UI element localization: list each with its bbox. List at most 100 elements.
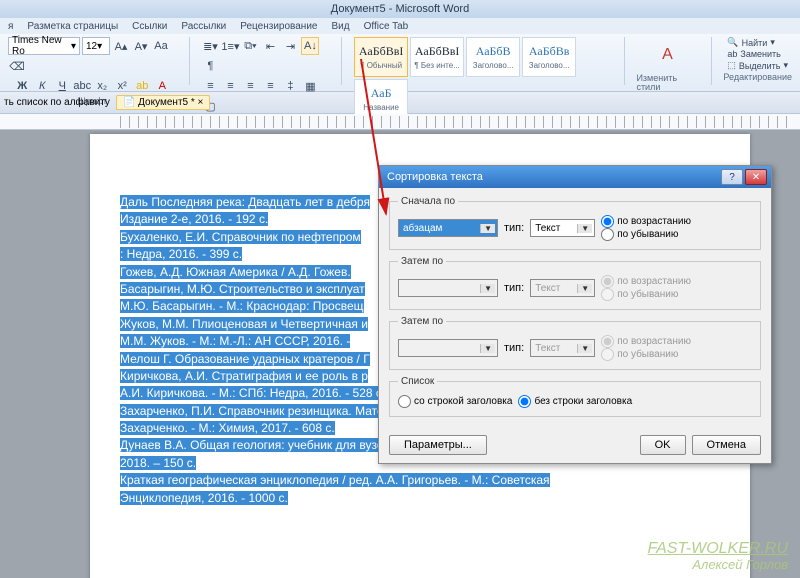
text-line[interactable]: Мелош Г. Образование ударных кратеров / …	[120, 352, 370, 366]
params-button[interactable]: Параметры...	[389, 435, 487, 455]
superscript-icon[interactable]: x²	[113, 77, 131, 95]
text-line[interactable]: 2018. – 150 с.	[120, 456, 196, 470]
desc-radio-1[interactable]: по убыванию	[601, 228, 691, 241]
style-gallery-item-2[interactable]: АаБбВЗаголово...	[466, 37, 520, 77]
change-styles-label: Изменить стили	[636, 74, 698, 92]
sort-text-dialog: Сортировка текста ? ✕ Сначала по абзацам…	[378, 165, 772, 464]
dialog-titlebar: Сортировка текста ? ✕	[379, 166, 771, 188]
document-tab[interactable]: 📄 Документ5 * ×	[116, 95, 210, 110]
then-sort-group-2: Затем по ▼ тип: Текст▼ по возрастанию по…	[389, 316, 761, 370]
text-line[interactable]: Бухаленко, Е.И. Справочник по нефтепром	[120, 230, 361, 244]
type-label-2: тип:	[504, 282, 524, 294]
numbering-icon[interactable]: 1≡▾	[221, 37, 239, 55]
type-label-1: тип:	[504, 222, 524, 234]
text-line[interactable]: М.М. Жуков. - М.: М.-Л.: АН СССР, 2016. …	[120, 334, 350, 348]
style-gallery-item-0[interactable]: АаБбВвІ¶ Обычный	[354, 37, 408, 77]
align-center-icon[interactable]: ≡	[221, 77, 239, 95]
shrink-font-icon[interactable]: A▾	[132, 37, 150, 55]
text-line[interactable]: : Недра, 2016. - 399 с.	[120, 247, 242, 261]
text-line[interactable]: Краткая географическая энциклопедия / ре…	[120, 473, 550, 487]
tab-view[interactable]: Вид	[331, 21, 349, 32]
font-name-combo[interactable]: Times New Ro ▾	[8, 37, 80, 55]
indent-inc-icon[interactable]: ⇥	[281, 37, 299, 55]
text-line[interactable]: Даль Последняя река: Двадцать лет в дебр…	[120, 195, 370, 209]
clear-format-icon[interactable]: ⌫	[8, 57, 26, 75]
text-line[interactable]: Издание 2-е, 2016. - 192 с.	[120, 212, 268, 226]
asc-radio-2: по возрастанию	[601, 275, 691, 288]
style-gallery-item-1[interactable]: АаБбВвІ¶ Без инте...	[410, 37, 464, 77]
text-line[interactable]: Энциклопедия, 2016. - 1000 с.	[120, 491, 288, 505]
tab-references[interactable]: Ссылки	[132, 21, 167, 32]
desc-radio-3: по убыванию	[601, 348, 691, 361]
dialog-close-button[interactable]: ✕	[745, 169, 767, 185]
indent-dec-icon[interactable]: ⇤	[261, 37, 279, 55]
underline-icon[interactable]: Ч	[53, 77, 71, 95]
dialog-help-button[interactable]: ?	[721, 169, 743, 185]
ribbon-tabs: я Разметка страницы Ссылки Рассылки Реце…	[0, 18, 800, 34]
tab-context-label: ть список по алфавиту	[4, 97, 110, 108]
change-case-icon[interactable]: Aa	[152, 37, 170, 55]
with-header-radio[interactable]: со строкой заголовка	[398, 395, 512, 408]
ruler[interactable]	[0, 114, 800, 130]
change-styles-group: A Изменить стили	[632, 37, 702, 92]
type-label-3: тип:	[504, 342, 524, 354]
bullets-icon[interactable]: ≣▾	[201, 37, 219, 55]
list-legend: Список	[398, 376, 437, 387]
subscript-icon[interactable]: x₂	[93, 77, 111, 95]
first-by-label: Сначала по	[398, 196, 458, 207]
sort-field-2[interactable]: ▼	[398, 279, 498, 297]
tab-layout[interactable]: Разметка страницы	[27, 21, 118, 32]
align-left-icon[interactable]: ≡	[201, 77, 219, 95]
find-button[interactable]: 🔍 Найти ▾	[727, 37, 788, 48]
sort-field-1[interactable]: абзацам▼	[398, 219, 498, 237]
shading-icon[interactable]: ▦	[301, 77, 319, 95]
list-header-group: Список со строкой заголовка без строки з…	[389, 376, 761, 417]
multilevel-icon[interactable]: ⧉▾	[241, 37, 259, 55]
replace-button[interactable]: ab Заменить	[727, 49, 788, 59]
sort-type-3: Текст▼	[530, 339, 595, 357]
then-sort-group-1: Затем по ▼ тип: Текст▼ по возрастанию по…	[389, 256, 761, 310]
text-line[interactable]: М.Ю. Басарыгин. - М.: Краснодар: Просвещ	[120, 299, 364, 313]
tab-office[interactable]: Office Tab	[364, 21, 409, 32]
window-title: Документ5 - Microsoft Word	[0, 0, 800, 18]
tab-review[interactable]: Рецензирование	[240, 21, 317, 32]
font-color-icon[interactable]: A	[153, 77, 171, 95]
paragraph-group: ≣▾ 1≡▾ ⧉▾ ⇤ ⇥ A↓ ¶ ≡ ≡ ≡ ≡ ‡ ▦ ▢ Абзац	[197, 37, 333, 126]
no-header-radio[interactable]: без строки заголовка	[518, 395, 632, 408]
text-line[interactable]: Гожев, А.Д. Южная Америка / А.Д. Гожев.	[120, 265, 351, 279]
tab-mailings[interactable]: Рассылки	[181, 21, 226, 32]
tab-home[interactable]: я	[8, 21, 13, 32]
align-right-icon[interactable]: ≡	[241, 77, 259, 95]
sort-button[interactable]: A↓	[301, 37, 319, 55]
grow-font-icon[interactable]: A▴	[112, 37, 130, 55]
text-line[interactable]: Жуков, М.М. Плиоценовая и Четвертичная и	[120, 317, 368, 331]
text-line[interactable]: Захарченко. - М.: Химия, 2017. - 608 с.	[120, 421, 335, 435]
bold-icon[interactable]: Ж	[13, 77, 31, 95]
strike-icon[interactable]: abc	[73, 77, 91, 95]
sort-type-1[interactable]: Текст▼	[530, 219, 595, 237]
then-by-label-2: Затем по	[398, 316, 446, 327]
editing-group: 🔍 Найти ▾ ab Заменить ⬚ Выделить ▾ Редак…	[719, 37, 796, 82]
first-sort-group: Сначала по абзацам▼ тип: Текст▼ по возра…	[389, 196, 761, 250]
text-line[interactable]: Басарыгин, М.Ю. Строительство и эксплуат	[120, 282, 365, 296]
ok-button[interactable]: OK	[640, 435, 686, 455]
sort-field-3: ▼	[398, 339, 498, 357]
italic-icon[interactable]: К	[33, 77, 51, 95]
style-gallery-item-3[interactable]: АаБбВвЗаголово...	[522, 37, 576, 77]
change-styles-button[interactable]: A	[648, 37, 686, 73]
show-marks-icon[interactable]: ¶	[201, 57, 219, 75]
then-by-label-1: Затем по	[398, 256, 446, 267]
text-line[interactable]: А.И. Киричкова. - М.: СПб: Недра, 2016. …	[120, 386, 385, 400]
watermark: FAST-WOLKER.RU Алексей Горлов	[648, 540, 788, 572]
editing-group-label: Редактирование	[723, 72, 792, 82]
asc-radio-3: по возрастанию	[601, 335, 691, 348]
style-gallery-item-4[interactable]: АаБНазвание	[354, 79, 408, 119]
font-size-combo[interactable]: 12 ▾	[82, 37, 110, 55]
select-button[interactable]: ⬚ Выделить ▾	[727, 60, 788, 71]
highlight-icon[interactable]: ab	[133, 77, 151, 95]
cancel-button[interactable]: Отмена	[692, 435, 761, 455]
line-spacing-icon[interactable]: ‡	[281, 77, 299, 95]
asc-radio-1[interactable]: по возрастанию	[601, 215, 691, 228]
justify-icon[interactable]: ≡	[261, 77, 279, 95]
text-line[interactable]: Киричкова, А.И. Стратиграфия и ее роль в…	[120, 369, 368, 383]
